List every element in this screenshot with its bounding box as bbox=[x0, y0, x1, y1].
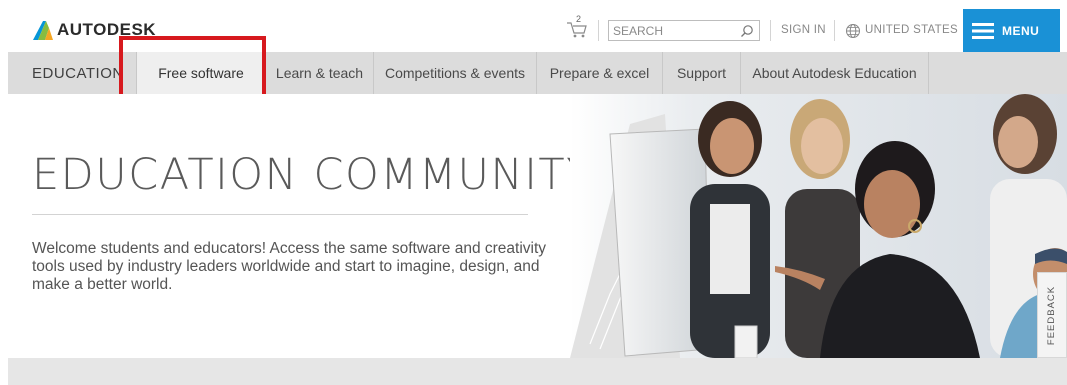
globe-icon[interactable] bbox=[845, 23, 861, 39]
search-field[interactable] bbox=[608, 20, 760, 41]
education-nav: EDUCATION Free software Learn & teach Co… bbox=[8, 52, 1067, 94]
nav-item-learn-teach[interactable]: Learn & teach bbox=[266, 52, 374, 94]
nav-item-label: Prepare & excel bbox=[549, 65, 650, 81]
search-icon[interactable] bbox=[740, 24, 754, 38]
title-divider bbox=[32, 214, 528, 215]
nav-section-label[interactable]: EDUCATION bbox=[32, 52, 124, 94]
nav-item-label: About Autodesk Education bbox=[752, 65, 917, 81]
nav-item-label: Free software bbox=[158, 65, 244, 81]
top-header: AUTODESK 2 SIGN IN UNITED STATES MENU bbox=[0, 0, 1067, 52]
divider bbox=[834, 20, 835, 41]
nav-item-label: Competitions & events bbox=[384, 65, 526, 81]
country-selector[interactable]: UNITED STATES bbox=[865, 24, 958, 36]
brand-name: AUTODESK bbox=[57, 20, 157, 39]
autodesk-logo[interactable]: AUTODESK bbox=[33, 19, 156, 41]
nav-item-prepare-excel[interactable]: Prepare & excel bbox=[537, 52, 663, 94]
feedback-tab[interactable]: FEEDBACK bbox=[1037, 272, 1067, 358]
page-title: EDUCATION COMMUNITY bbox=[32, 150, 594, 200]
nav-item-about-education[interactable]: About Autodesk Education bbox=[741, 52, 929, 94]
nav-item-label: Learn & teach bbox=[275, 65, 364, 81]
divider bbox=[598, 20, 599, 41]
hero-photo bbox=[570, 94, 1067, 358]
divider bbox=[770, 20, 771, 41]
sign-in-link[interactable]: SIGN IN bbox=[781, 24, 826, 36]
nav-item-support[interactable]: Support bbox=[663, 52, 741, 94]
search-input[interactable] bbox=[613, 22, 731, 39]
nav-item-competitions-events[interactable]: Competitions & events bbox=[374, 52, 537, 94]
menu-button[interactable]: MENU bbox=[963, 9, 1060, 52]
hamburger-icon bbox=[972, 22, 994, 39]
feedback-label: FEEDBACK bbox=[1046, 285, 1058, 345]
nav-item-free-software[interactable]: Free software bbox=[136, 52, 266, 94]
cart-count: 2 bbox=[576, 14, 582, 24]
footer-band bbox=[8, 358, 1067, 385]
hero-description: Welcome students and educators! Access t… bbox=[32, 240, 547, 293]
nav-item-label: Support bbox=[676, 65, 727, 81]
autodesk-logo-icon bbox=[33, 21, 53, 40]
menu-label: MENU bbox=[1002, 23, 1040, 38]
